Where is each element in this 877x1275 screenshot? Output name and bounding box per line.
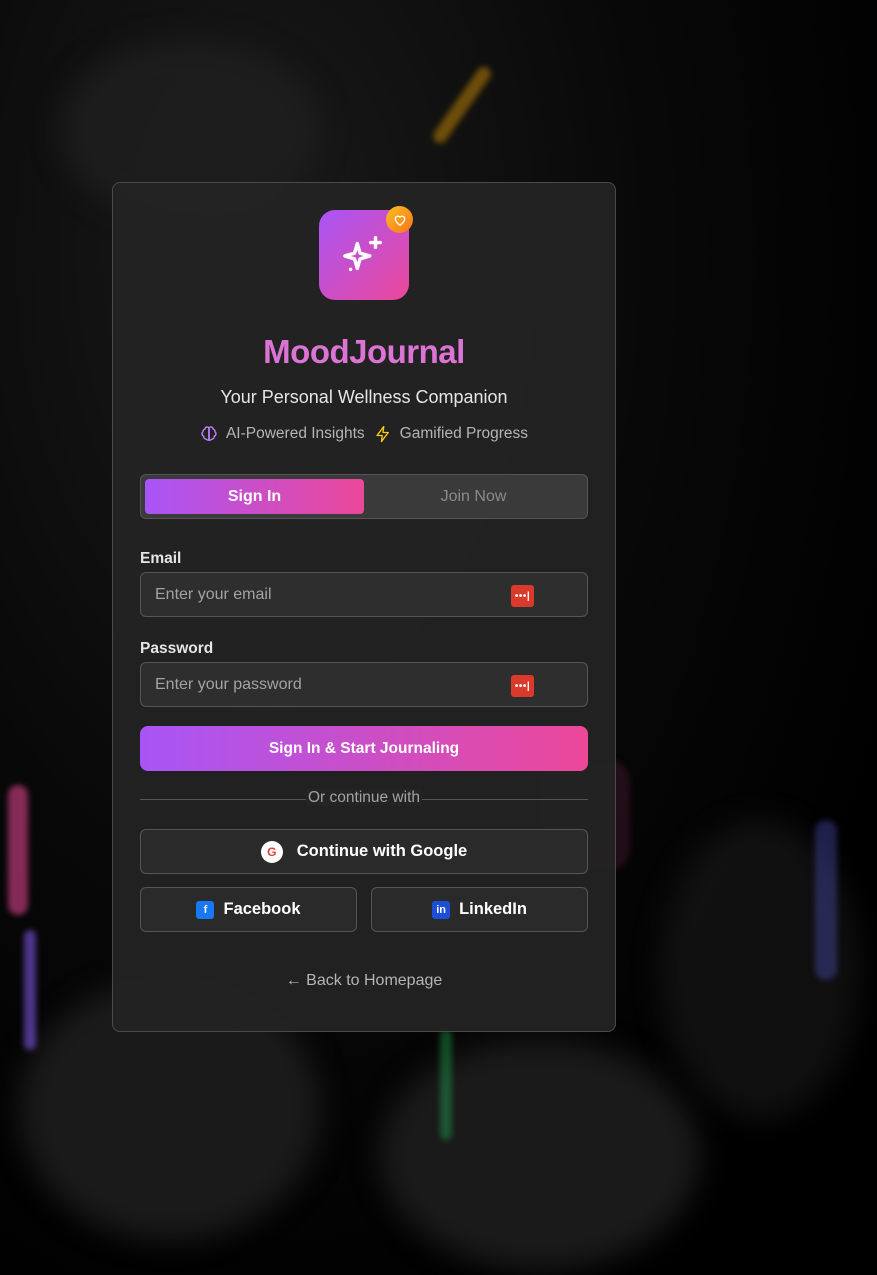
app-title: MoodJournal — [263, 333, 465, 370]
app-logo — [319, 206, 413, 300]
password-manager-icon[interactable]: •••| — [511, 675, 534, 697]
app-subtitle: Your Personal Wellness Companion — [220, 387, 508, 407]
lightning-icon — [375, 425, 389, 443]
auth-tabs: Sign In Join Now — [140, 474, 588, 519]
linkedin-button[interactable]: in LinkedIn — [371, 887, 588, 932]
feature-label: Gamified Progress — [399, 425, 529, 442]
brain-icon — [201, 426, 217, 441]
email-field[interactable]: Enter your email •••| — [140, 572, 588, 617]
facebook-button[interactable]: f Facebook — [140, 887, 357, 932]
google-button-label: Continue with Google — [296, 842, 468, 860]
sign-in-button[interactable]: Sign In & Start Journaling — [140, 726, 588, 771]
tab-join-now[interactable]: Join Now — [364, 479, 583, 514]
divider-label: Or continue with — [306, 789, 422, 806]
auth-card: MoodJournal Your Personal Wellness Compa… — [112, 182, 616, 1032]
google-icon: G — [260, 840, 283, 863]
password-label: Password — [140, 640, 214, 657]
feature-list: AI-Powered Insights Gamified Progress — [113, 425, 615, 443]
password-manager-icon[interactable]: •••| — [511, 585, 534, 607]
feature-label: AI-Powered Insights — [225, 425, 365, 442]
password-field[interactable]: Enter your password •••| — [140, 662, 588, 707]
facebook-button-label: Facebook — [223, 900, 301, 918]
tab-sign-in[interactable]: Sign In — [145, 479, 364, 514]
facebook-icon: f — [196, 900, 215, 919]
feature-ai-insights: AI-Powered Insights — [200, 425, 365, 443]
email-label: Email — [140, 550, 182, 567]
heart-icon — [386, 206, 413, 233]
linkedin-button-label: LinkedIn — [459, 900, 527, 918]
google-button[interactable]: G Continue with Google — [140, 829, 588, 874]
linkedin-icon: in — [432, 900, 451, 919]
feature-gamified-progress: Gamified Progress — [374, 425, 528, 443]
back-to-homepage-link[interactable]: ← Back to Homepage — [113, 972, 615, 990]
